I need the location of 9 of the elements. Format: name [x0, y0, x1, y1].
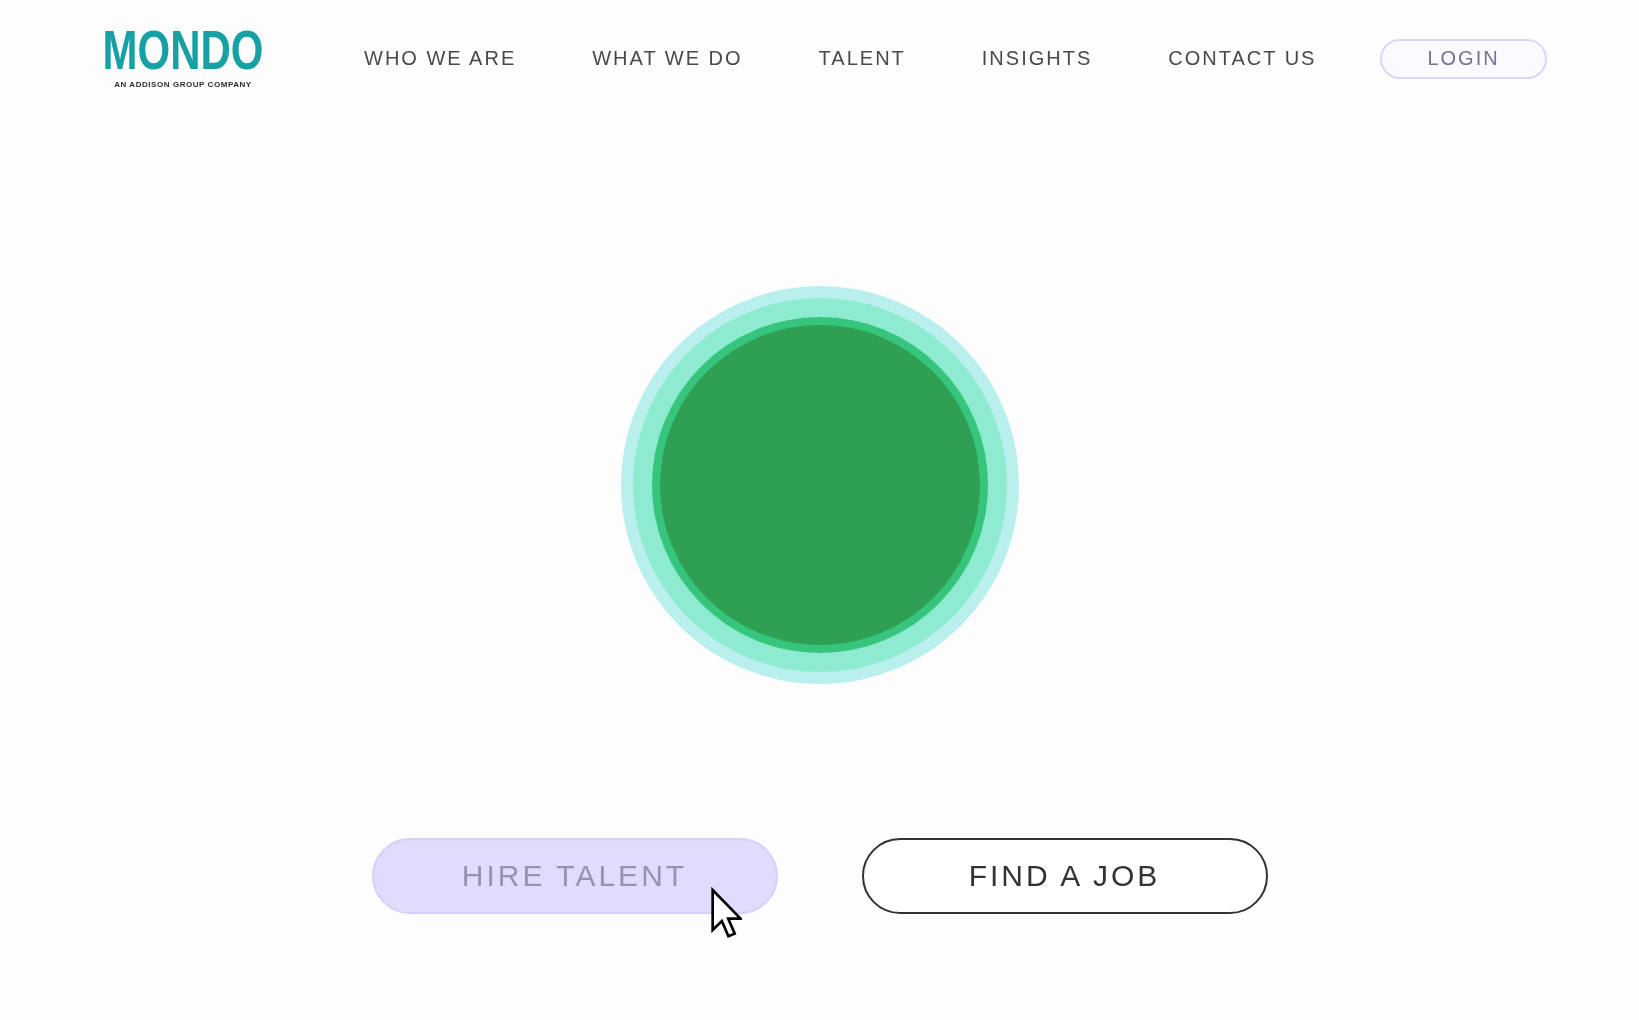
- cta-button[interactable]: FIND A JOB: [861, 838, 1268, 914]
- login-button[interactable]: LOGIN: [1380, 38, 1547, 79]
- logo-tagline: AN ADDISON GROUP COMPANY: [114, 81, 252, 89]
- nav-link[interactable]: WHAT WE DO: [592, 47, 743, 70]
- nav-link[interactable]: CONTACT US: [1168, 47, 1317, 70]
- nav-link[interactable]: INSIGHTS: [981, 47, 1093, 70]
- nav-link[interactable]: WHO WE ARE: [364, 47, 517, 70]
- mouse-pointer-icon: [709, 887, 742, 939]
- nav-link[interactable]: TALENT: [818, 47, 906, 70]
